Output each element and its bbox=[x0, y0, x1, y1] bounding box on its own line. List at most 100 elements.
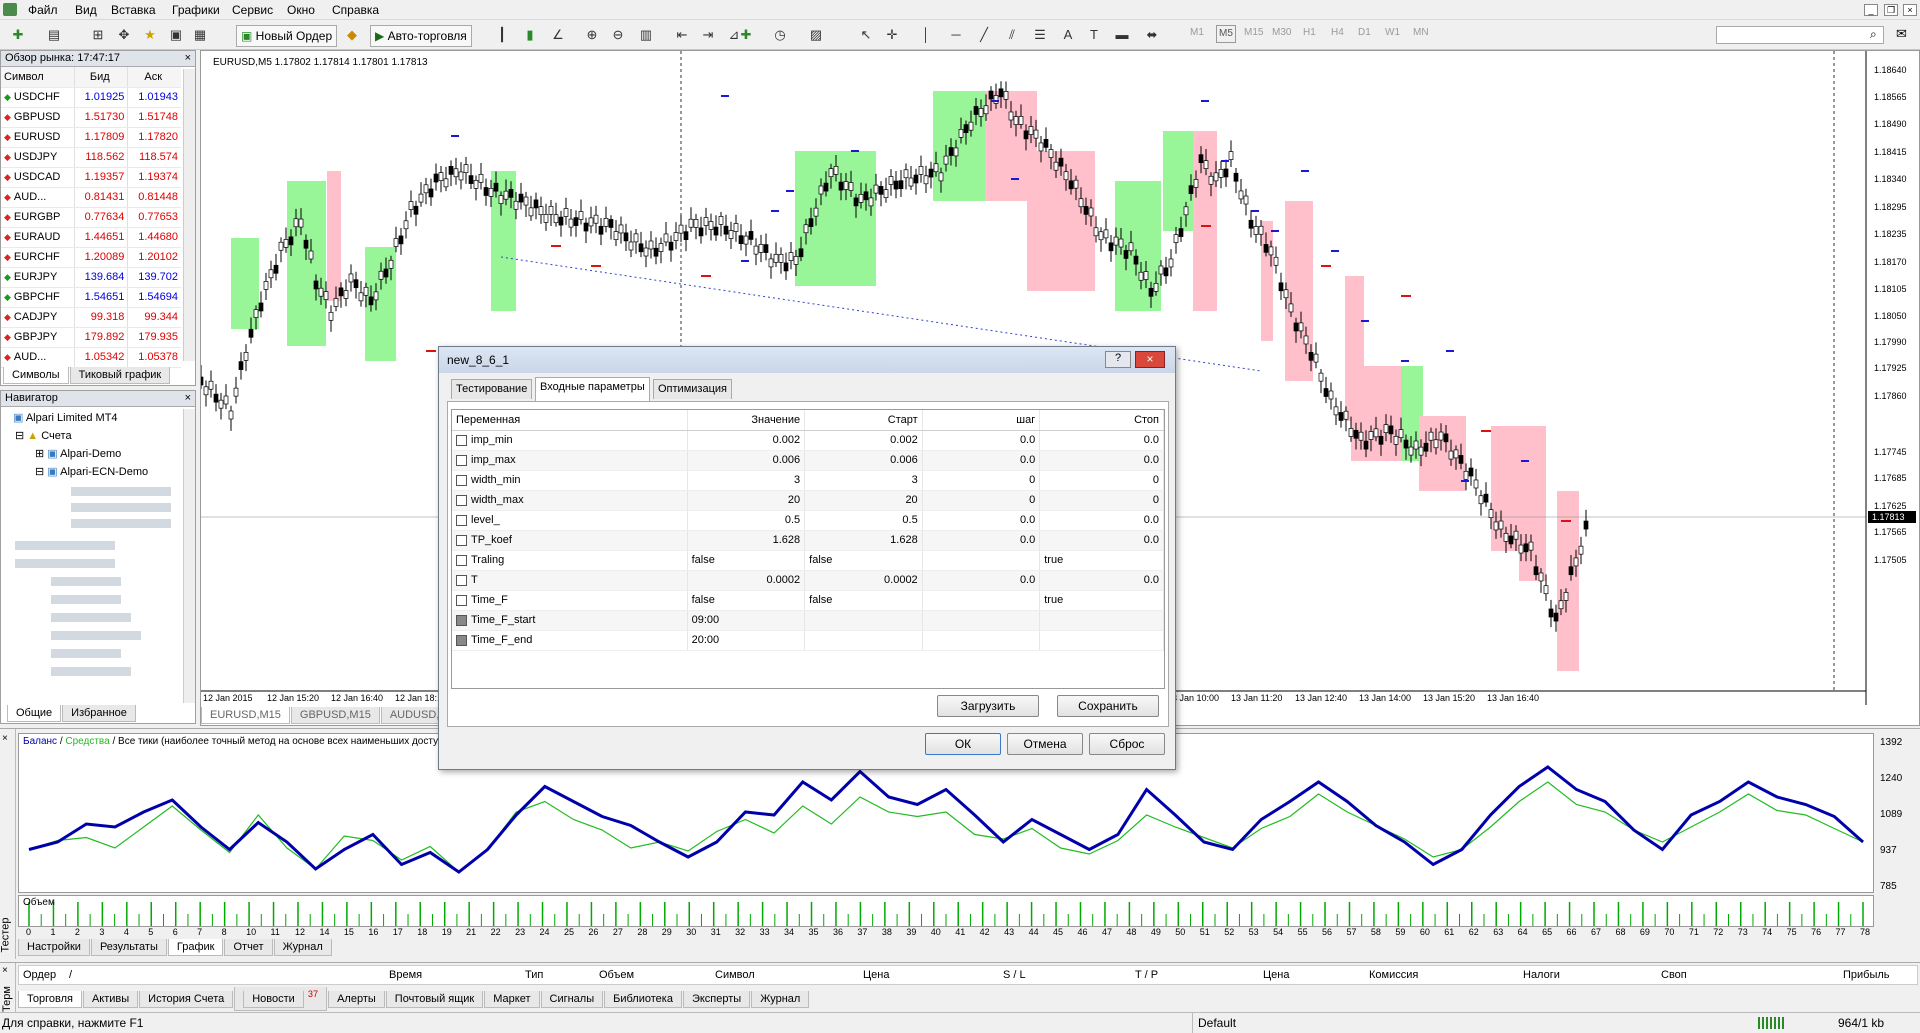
param-stop[interactable]: true bbox=[1039, 550, 1164, 571]
param-checkbox[interactable] bbox=[456, 534, 467, 546]
col-step[interactable]: шаг bbox=[922, 410, 1041, 431]
trendline-icon[interactable]: ╱ bbox=[974, 25, 994, 45]
zoom-out-icon[interactable]: ⊖ bbox=[608, 25, 628, 45]
market-watch-row[interactable]: ◆ EURJPY 139.684 139.702 bbox=[1, 267, 181, 288]
param-value[interactable]: 09:00 bbox=[687, 610, 806, 631]
param-checkbox[interactable] bbox=[456, 494, 467, 506]
param-row[interactable]: level_ 0.5 0.5 0.0 0.0 bbox=[452, 510, 1164, 531]
param-stop[interactable]: 0 bbox=[1039, 490, 1164, 511]
nav-hidden-item[interactable] bbox=[15, 557, 115, 569]
tester-icon[interactable]: ▦ bbox=[190, 25, 210, 45]
arrow-tool-icon[interactable]: ▬ bbox=[1112, 25, 1132, 45]
param-start[interactable]: 0.006 bbox=[804, 450, 923, 471]
param-step[interactable]: 0.0 bbox=[922, 510, 1041, 531]
param-checkbox[interactable] bbox=[456, 594, 467, 606]
col-value[interactable]: Значение bbox=[687, 410, 806, 431]
param-value[interactable]: 0.006 bbox=[687, 450, 806, 471]
param-start[interactable]: 3 bbox=[804, 470, 923, 491]
param-row[interactable]: Time_F_start 09:00 bbox=[452, 610, 1164, 631]
col-ask[interactable]: Аск bbox=[127, 67, 181, 88]
tab-log[interactable]: Журнал bbox=[751, 990, 810, 1008]
tab-common[interactable]: Общие bbox=[7, 705, 62, 722]
close-icon[interactable]: × bbox=[1903, 4, 1917, 16]
tab-market[interactable]: Маркет bbox=[484, 990, 540, 1008]
market-watch-icon[interactable]: ⊞ bbox=[88, 25, 108, 45]
param-start[interactable]: 1.628 bbox=[804, 530, 923, 551]
nav-accounts[interactable]: ⊟ ▲ Счета bbox=[15, 429, 72, 442]
col-sl[interactable]: S / L bbox=[1003, 969, 1026, 981]
close-icon[interactable]: × bbox=[1135, 351, 1165, 368]
market-watch-row[interactable]: ◆ GBPCHF 1.54651 1.54694 bbox=[1, 287, 181, 308]
col-commission[interactable]: Комиссия bbox=[1369, 969, 1418, 981]
channel-icon[interactable]: ⫽ bbox=[1002, 25, 1022, 45]
indicators-icon[interactable]: ✚ bbox=[736, 25, 756, 45]
bar-chart-icon[interactable]: ┃ bbox=[492, 25, 512, 45]
chart-tab-gbpusd[interactable]: GBPUSD,M15 bbox=[290, 707, 380, 724]
line-chart-icon[interactable]: ∠ bbox=[548, 25, 568, 45]
col-stop[interactable]: Стоп bbox=[1039, 410, 1164, 431]
col-order[interactable]: Ордер bbox=[23, 969, 56, 981]
param-row[interactable]: TP_koef 1.628 1.628 0.0 0.0 bbox=[452, 530, 1164, 551]
param-value[interactable]: false bbox=[687, 590, 806, 611]
tab-results[interactable]: Результаты bbox=[90, 939, 167, 956]
tf-m30[interactable]: M30 bbox=[1272, 27, 1291, 38]
text-icon[interactable]: A bbox=[1058, 25, 1078, 45]
market-watch-row[interactable]: ◆ USDJPY 118.562 118.574 bbox=[1, 147, 181, 168]
param-start[interactable]: 0.5 bbox=[804, 510, 923, 531]
param-stop[interactable]: 0 bbox=[1039, 470, 1164, 491]
tf-mn[interactable]: MN bbox=[1413, 27, 1429, 38]
tab-library[interactable]: Библиотека bbox=[604, 990, 682, 1008]
market-watch-row[interactable]: ◆ CADJPY 99.318 99.344 bbox=[1, 307, 181, 328]
col-start[interactable]: Старт bbox=[804, 410, 923, 431]
tf-h4[interactable]: H4 bbox=[1331, 27, 1344, 38]
market-watch-scrollbar[interactable] bbox=[183, 69, 195, 361]
load-button[interactable]: Загрузить bbox=[937, 695, 1039, 717]
market-watch-row[interactable]: ◆ USDCAD 1.19357 1.19374 bbox=[1, 167, 181, 188]
param-start[interactable] bbox=[804, 610, 923, 631]
menu-view[interactable]: Вид bbox=[75, 3, 97, 17]
param-stop[interactable]: 0.0 bbox=[1039, 530, 1164, 551]
periods-icon[interactable]: ◷ bbox=[770, 25, 790, 45]
templates-icon[interactable]: ▨ bbox=[806, 25, 826, 45]
col-symbol[interactable]: Символ bbox=[715, 969, 755, 981]
param-stop[interactable]: 0.0 bbox=[1039, 450, 1164, 471]
minimize-icon[interactable]: _ bbox=[1864, 4, 1878, 16]
profiles-icon[interactable]: ▤ bbox=[44, 25, 64, 45]
market-watch-row[interactable]: ◆ USDCHF 1.01925 1.01943 bbox=[1, 87, 181, 108]
hline-icon[interactable]: ─ bbox=[946, 25, 966, 45]
param-value[interactable]: 3 bbox=[687, 470, 806, 491]
param-step[interactable]: 0.0 bbox=[922, 450, 1041, 471]
col-bid[interactable]: Бид bbox=[74, 67, 128, 88]
col-taxes[interactable]: Налоги bbox=[1523, 969, 1560, 981]
param-step[interactable] bbox=[922, 550, 1041, 571]
dialog-tab-optimization[interactable]: Оптимизация bbox=[653, 379, 732, 399]
tf-d1[interactable]: D1 bbox=[1358, 27, 1371, 38]
tab-favorites[interactable]: Избранное bbox=[62, 705, 136, 722]
param-step[interactable]: 0 bbox=[922, 470, 1041, 491]
param-start[interactable]: 0.002 bbox=[804, 430, 923, 451]
tab-mailbox[interactable]: Почтовый ящик bbox=[385, 990, 484, 1008]
param-row[interactable]: Time_F false false true bbox=[452, 590, 1164, 611]
chart-shift-icon[interactable]: ⇥ bbox=[698, 25, 718, 45]
new-order-button[interactable]: ▣ Новый Ордер bbox=[236, 25, 338, 47]
param-stop[interactable]: 0.0 bbox=[1039, 430, 1164, 451]
param-checkbox[interactable] bbox=[456, 434, 467, 446]
search-input[interactable] bbox=[1716, 26, 1884, 44]
param-row[interactable]: T 0.0002 0.0002 0.0 0.0 bbox=[452, 570, 1164, 591]
param-row[interactable]: width_min 3 3 0 0 bbox=[452, 470, 1164, 491]
nav-hidden-item[interactable] bbox=[71, 485, 171, 497]
col-profit[interactable]: Прибыль bbox=[1843, 969, 1890, 981]
chat-icon[interactable]: ✉ bbox=[1896, 26, 1907, 42]
market-watch-row[interactable]: ◆ GBPJPY 179.892 179.935 bbox=[1, 327, 181, 348]
help-icon[interactable]: ? bbox=[1105, 351, 1131, 368]
close-icon[interactable]: × bbox=[2, 965, 8, 976]
param-start[interactable]: false bbox=[804, 590, 923, 611]
close-icon[interactable]: × bbox=[185, 391, 191, 406]
nav-hidden-item[interactable] bbox=[51, 647, 121, 659]
param-row[interactable]: imp_min 0.002 0.002 0.0 0.0 bbox=[452, 430, 1164, 451]
param-step[interactable] bbox=[922, 610, 1041, 631]
param-start[interactable]: 0.0002 bbox=[804, 570, 923, 591]
market-watch-row[interactable]: ◆ EURCHF 1.20089 1.20102 bbox=[1, 247, 181, 268]
param-step[interactable]: 0.0 bbox=[922, 570, 1041, 591]
new-chart-icon[interactable]: ✚ bbox=[8, 25, 28, 45]
